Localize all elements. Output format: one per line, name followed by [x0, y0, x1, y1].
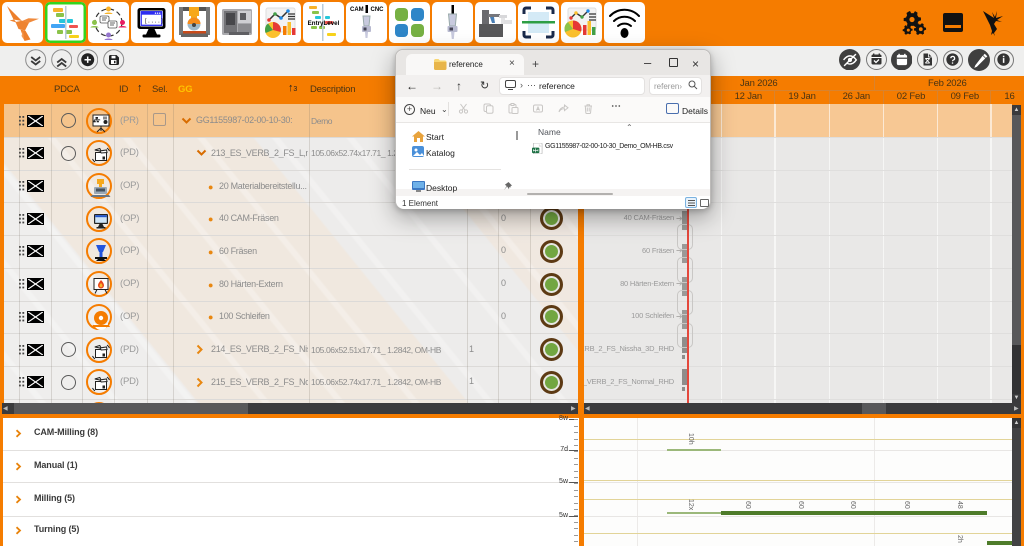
svg-text:[....]: [....] — [144, 18, 164, 25]
svg-text:CAM: CAM — [350, 7, 364, 13]
svg-text:EntryLevel: EntryLevel — [308, 20, 340, 27]
svg-text:CNC: CNC — [371, 7, 385, 13]
